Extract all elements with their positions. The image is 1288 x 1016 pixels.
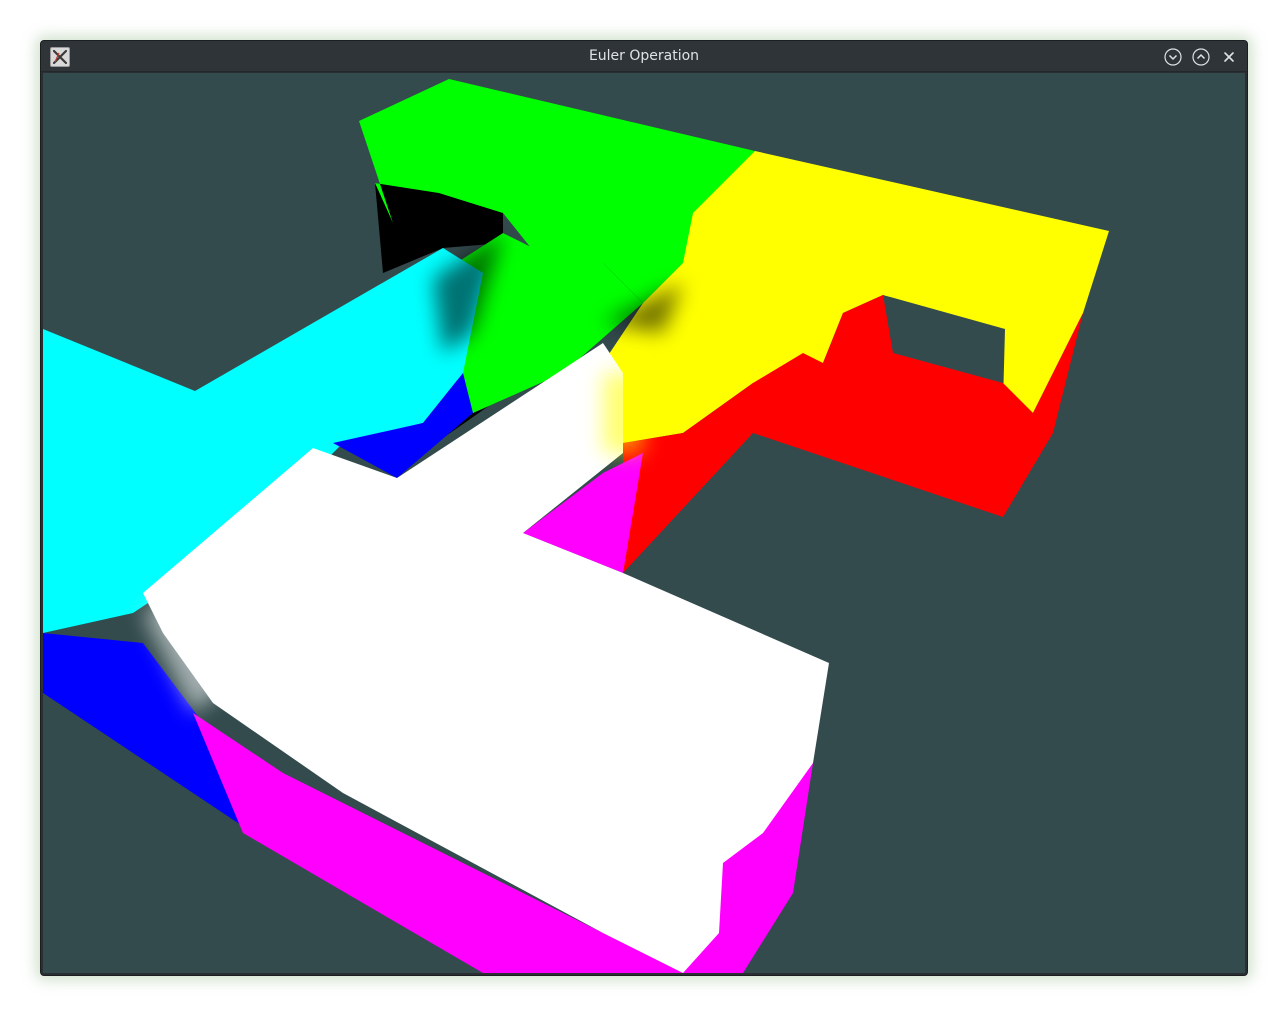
close-button[interactable] <box>1219 47 1239 67</box>
minimize-button[interactable] <box>1163 47 1183 67</box>
app-window: Euler Operation <box>40 40 1248 976</box>
render-viewport[interactable] <box>43 73 1245 973</box>
title-bar[interactable]: Euler Operation <box>41 41 1247 72</box>
window-controls <box>1163 47 1239 67</box>
window-title: Euler Operation <box>588 48 700 64</box>
maximize-button[interactable] <box>1191 47 1211 67</box>
chevron-up-icon <box>1192 48 1210 66</box>
chevron-down-icon <box>1164 48 1182 66</box>
euler-mesh-render <box>43 79 1109 973</box>
close-icon <box>1224 52 1234 62</box>
x-window-icon[interactable] <box>50 47 70 67</box>
